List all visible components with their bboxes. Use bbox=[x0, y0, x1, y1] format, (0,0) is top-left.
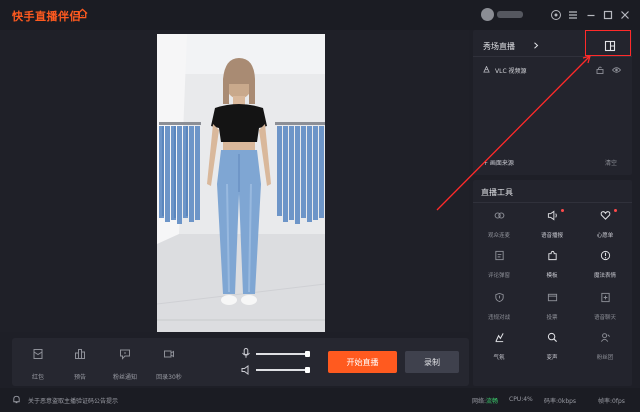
add-source-button[interactable]: + 画面来源 bbox=[483, 158, 514, 167]
divider bbox=[473, 56, 632, 57]
chevron-right-icon[interactable] bbox=[533, 42, 539, 49]
preview-button[interactable]: 预告 bbox=[60, 348, 100, 381]
tool-link-mic[interactable]: 观众连麦 bbox=[473, 210, 525, 244]
magic-face-icon bbox=[600, 250, 610, 261]
preview-stage bbox=[0, 30, 469, 332]
tool-vote[interactable]: 投票 bbox=[526, 292, 578, 326]
title-bar: 快手直播伴侣 bbox=[0, 0, 640, 30]
live-preview-video[interactable] bbox=[157, 34, 325, 332]
tool-label: 魔法表情 bbox=[593, 273, 616, 279]
red-packet-button[interactable]: 红包 bbox=[18, 348, 58, 381]
tool-label: 模板 bbox=[546, 273, 558, 279]
username-blurred bbox=[497, 11, 523, 18]
avatar[interactable] bbox=[481, 8, 494, 21]
tools-panel: 直播工具 观众连麦 语音播报 心愿单评论弹窗 模板 魔法表情违规对战 投票 语音聊天气氛 变声… bbox=[473, 180, 632, 386]
home-icon[interactable] bbox=[77, 8, 88, 19]
lock-icon[interactable] bbox=[596, 66, 604, 74]
speaker-icon[interactable] bbox=[241, 365, 251, 375]
app-title: 快手直播伴侣 bbox=[12, 10, 81, 23]
status-bar: 关于恶意盗取主播验证码公告提示 网络:流畅 CPU:4% 码率:0kbps 帧率… bbox=[0, 388, 640, 412]
vote-icon bbox=[547, 293, 557, 302]
notice-bell-icon bbox=[13, 395, 20, 404]
puzzle-icon bbox=[547, 250, 557, 261]
highlight-box bbox=[585, 30, 631, 56]
tool-puzzle[interactable]: 模板 bbox=[526, 250, 578, 284]
new-badge-dot bbox=[561, 209, 564, 212]
preview-scene-picture bbox=[157, 34, 325, 332]
atmosphere-icon bbox=[494, 333, 504, 343]
tool-label: 语音播报 bbox=[540, 233, 563, 239]
tool-atmosphere[interactable]: 气氛 bbox=[473, 332, 525, 366]
tool-label: 评论弹窗 bbox=[487, 273, 510, 279]
tool-label: 投票 bbox=[546, 315, 558, 321]
tool-label: 心愿单 bbox=[596, 233, 614, 239]
mic-volume-knob[interactable] bbox=[305, 351, 310, 357]
notice-link[interactable]: 关于恶意盗取主播验证码公告提示 bbox=[28, 396, 118, 405]
heart-icon bbox=[600, 211, 610, 220]
control-bar: 红包 预告 粉丝通知 回录30秒 bbox=[12, 338, 469, 386]
scene-title[interactable]: 秀场直播 bbox=[483, 41, 515, 52]
tools-title: 直播工具 bbox=[481, 188, 513, 197]
eye-icon[interactable] bbox=[612, 66, 621, 74]
link-mic-icon bbox=[494, 212, 504, 219]
replay-record-icon bbox=[164, 350, 174, 358]
tool-voice-change[interactable]: 变声 bbox=[526, 332, 578, 366]
tool-label: 气氛 bbox=[493, 355, 505, 361]
tool-shield-battle[interactable]: 违规对战 bbox=[473, 292, 525, 326]
source-label: VLC 视频源 bbox=[495, 68, 527, 75]
replay-record-button[interactable]: 回录30秒 bbox=[149, 348, 189, 381]
record-button[interactable]: 录制 bbox=[405, 351, 459, 373]
tool-heart[interactable]: 心愿单 bbox=[579, 209, 631, 244]
tool-label: 变声 bbox=[546, 355, 558, 361]
source-item[interactable]: VLC 视频源 bbox=[473, 62, 632, 78]
close-icon[interactable] bbox=[619, 9, 631, 21]
divider bbox=[473, 202, 632, 203]
tool-voice-chat[interactable]: 语音聊天 bbox=[579, 292, 631, 326]
cpu-status: CPU:4% bbox=[509, 396, 533, 403]
tool-fan-club[interactable]: 粉丝团 bbox=[579, 332, 631, 366]
speaker-broadcast-icon bbox=[547, 210, 557, 221]
maximize-icon[interactable] bbox=[602, 9, 614, 21]
tool-magic-face[interactable]: 魔法表情 bbox=[579, 250, 631, 284]
fan-club-icon bbox=[600, 333, 610, 342]
red-packet-icon bbox=[33, 349, 43, 359]
mic-volume-slider[interactable] bbox=[256, 351, 310, 357]
new-badge-dot bbox=[614, 209, 617, 212]
tool-speaker-broadcast[interactable]: 语音播报 bbox=[526, 209, 578, 244]
minimize-icon[interactable] bbox=[585, 9, 597, 21]
fan-notice-button[interactable]: 粉丝通知 bbox=[105, 348, 145, 381]
vlc-cone-icon bbox=[483, 66, 490, 73]
network-status: 网络:流畅 bbox=[472, 398, 499, 405]
voice-change-icon bbox=[547, 332, 557, 343]
tool-comment-popup[interactable]: 评论弹窗 bbox=[473, 250, 525, 284]
tool-label: 语音聊天 bbox=[593, 315, 616, 321]
comment-popup-icon bbox=[494, 250, 504, 261]
clear-sources-button[interactable]: 清空 bbox=[605, 158, 617, 167]
bitrate-status: 码率:0kbps bbox=[544, 398, 577, 405]
speaker-volume-knob[interactable] bbox=[305, 367, 310, 373]
microphone-icon[interactable] bbox=[241, 348, 251, 358]
preview-icon bbox=[75, 349, 85, 359]
menu-icon[interactable] bbox=[567, 9, 579, 21]
shield-battle-icon bbox=[494, 292, 504, 303]
fan-notice-icon bbox=[120, 349, 130, 360]
settings-icon[interactable] bbox=[550, 9, 562, 21]
voice-chat-icon bbox=[600, 292, 610, 303]
tool-label: 观众连麦 bbox=[487, 233, 510, 239]
tool-label: 违规对战 bbox=[487, 315, 510, 321]
speaker-volume-slider[interactable] bbox=[256, 367, 310, 373]
tool-label: 粉丝团 bbox=[596, 355, 614, 361]
start-live-button[interactable]: 开始直播 bbox=[328, 351, 397, 373]
framerate-status: 帧率:0fps bbox=[598, 398, 625, 405]
